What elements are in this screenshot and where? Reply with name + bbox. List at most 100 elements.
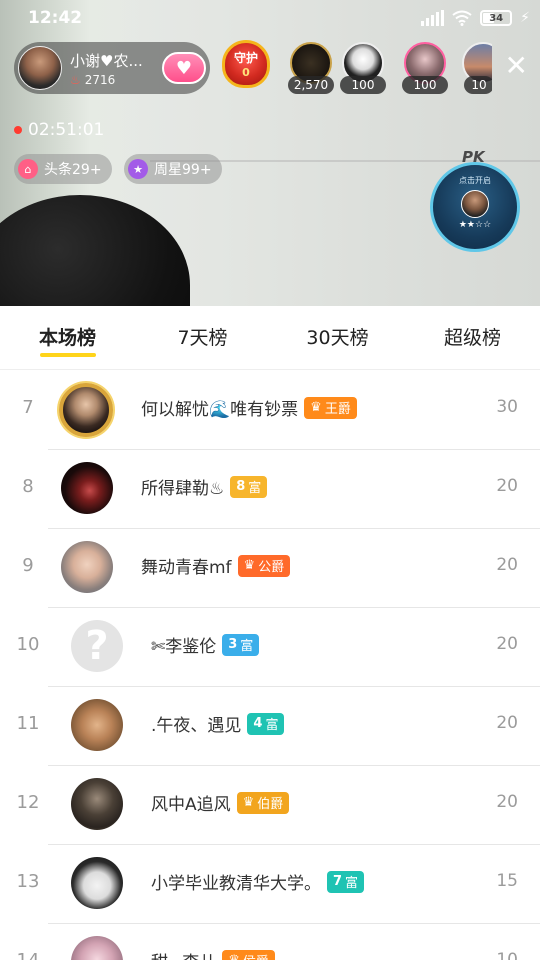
pk-stars: ★★☆☆ [458,220,492,230]
charging-icon: ⚡ [520,10,530,26]
viewer-avatar[interactable]: 100 [338,42,388,94]
wifi-icon [452,10,472,26]
list-item[interactable]: 8 所得肆勒♨ 8 富 20 [0,450,540,529]
score: 20 [496,713,518,733]
weekly-star-pill[interactable]: ★ 周星99+ [124,154,222,184]
rich-badge: 3 富 [222,633,260,656]
rich-badge: 7 富 [327,870,365,893]
rank-number: 10 [16,634,40,655]
avatar[interactable] [71,778,123,830]
name-wrap: 甜~李儿 ♛ 侯爵 [151,948,275,960]
list-item[interactable]: 9 舞动青春mf ♛ 公爵 20 [0,529,540,608]
live-timer: 02:51:01 [14,120,104,140]
user-name: .午夜、遇见 [151,716,242,736]
avatar[interactable] [71,857,123,909]
rich-badge: 4 富 [247,712,285,735]
host-score: 2716 [84,72,116,87]
flame-icon: ♨ [70,72,81,87]
rank-number: 14 [0,950,56,960]
guard-label: 守护 [233,51,258,65]
user-name: ✄李鉴伦 [151,637,217,657]
pk-widget[interactable]: PK 点击开启 ★★☆☆ [428,148,520,252]
tab-30-days[interactable]: 30天榜 [270,306,405,369]
name-wrap: 所得肆勒♨ 8 富 [141,474,268,499]
avatar[interactable] [61,541,113,593]
user-name: 何以解忧🌊唯有钞票 [141,400,299,420]
title-badge: ♛ 侯爵 [222,949,275,960]
status-icons: 34 ⚡ [421,8,530,28]
rank-number: 11 [16,713,40,734]
pk-circle[interactable]: 点击开启 ★★☆☆ [430,162,520,252]
host-card[interactable]: 小谢♥农... ♨ 2716 ♥ [14,42,210,94]
live-dot-icon [14,126,22,134]
close-icon[interactable]: ✕ [505,52,528,80]
follow-button[interactable]: ♥ [162,52,206,84]
rich-badge: 8 富 [230,475,268,498]
list-item[interactable]: 13 小学毕业教清华大学。 7 富 15 [0,845,540,924]
user-name: 甜~李儿 [151,948,216,960]
viewer-avatar[interactable]: 10 [462,42,492,94]
crown-icon: ♛ [228,953,240,960]
score: 20 [496,476,518,496]
streamer-head [0,195,190,306]
title-badge: ♛ 伯爵 [236,791,290,814]
name-wrap: ✄李鉴伦 3 富 [151,632,260,657]
viewer-avatar[interactable]: 100 [400,42,450,94]
headline-pill[interactable]: ⌂ 头条29+ [14,154,112,184]
host-avatar[interactable] [18,46,62,90]
crown-icon: ♛ [242,795,255,810]
avatar[interactable] [71,936,123,960]
title-badge: ♛ 王爵 [304,396,357,419]
score: 10 [496,950,518,960]
user-name: 小学毕业教清华大学。 [151,874,321,894]
ranking-tabs: 本场榜 7天榜 30天榜 超级榜 [0,306,540,370]
list-item[interactable]: 14 甜~李儿 ♛ 侯爵 10 [0,924,540,960]
status-time: 12:42 [28,8,83,28]
name-wrap: 风中A追风 ♛ 伯爵 [151,790,290,815]
host-score-row: ♨ 2716 [70,73,156,87]
list-item[interactable]: 10 ? ✄李鉴伦 3 富 20 [0,608,540,687]
shield-icon: 守护 0 [222,40,270,88]
host-name: 小谢♥农... [70,51,143,70]
name-wrap: 小学毕业教清华大学。 7 富 [151,869,365,894]
avatar[interactable] [59,383,113,437]
guard-badge[interactable]: 守护 0 [220,40,272,94]
name-wrap: 何以解忧🌊唯有钞票 ♛ 王爵 [141,395,357,420]
tab-this-show[interactable]: 本场榜 [0,306,135,369]
name-wrap: 舞动青春mf ♛ 公爵 [141,553,291,578]
score: 15 [496,871,518,891]
avatar[interactable] [61,462,113,514]
rank-number: 13 [16,871,40,892]
heart-icon: ♥ [175,57,193,79]
list-item[interactable]: 7 何以解忧🌊唯有钞票 ♛ 王爵 30 [0,371,540,450]
rank-number: 9 [22,555,34,576]
score: 20 [496,555,518,575]
tab-super[interactable]: 超级榜 [405,306,540,369]
live-video[interactable]: 12:42 34 ⚡ 小谢♥农... ♨ 2716 ♥ 守护 0 2,570 1… [0,0,540,306]
avatar[interactable] [71,699,123,751]
headline-icon: ⌂ [18,159,38,179]
user-name: 所得肆勒♨ [141,479,225,499]
viewer-count: 10 [464,76,492,94]
live-timer-text: 02:51:01 [28,120,105,140]
star-icon: ★ [128,159,148,179]
question-icon: ? [85,623,109,669]
guard-count: 0 [242,66,250,79]
list-item[interactable]: 11 .午夜、遇见 4 富 20 [0,687,540,766]
ranking-list: 7 何以解忧🌊唯有钞票 ♛ 王爵 30 8 所得肆勒♨ 8 富 20 9 舞动青… [0,371,540,960]
score: 30 [496,397,518,417]
headline-label: 头条29+ [44,162,102,178]
pk-avatar [461,190,489,218]
rank-number: 12 [16,792,40,813]
list-item[interactable]: 12 风中A追风 ♛ 伯爵 20 [0,766,540,845]
tab-7-days[interactable]: 7天榜 [135,306,270,369]
viewer-count: 100 [402,76,448,94]
host-info: 小谢♥农... ♨ 2716 [70,50,156,87]
score: 20 [496,792,518,812]
viewer-avatar[interactable]: 2,570 [286,42,336,94]
avatar[interactable]: ? [71,620,123,672]
title-badge: ♛ 公爵 [237,554,291,577]
pk-subtitle: 点击开启 [459,176,491,185]
crown-icon: ♛ [243,558,256,573]
viewer-count: 2,570 [288,76,334,94]
